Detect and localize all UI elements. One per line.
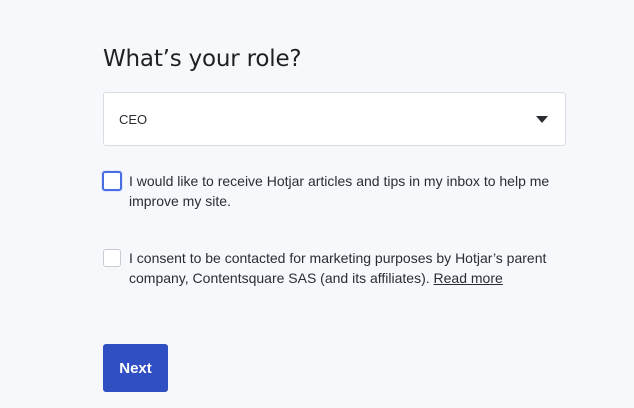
caret-down-icon bbox=[536, 116, 548, 123]
page-title: What’s your role? bbox=[103, 46, 302, 72]
next-button[interactable]: Next bbox=[103, 344, 168, 392]
marketing-consent-label: I consent to be contacted for marketing … bbox=[129, 248, 569, 288]
role-select-value: CEO bbox=[119, 112, 148, 127]
marketing-consent-checkbox[interactable] bbox=[103, 249, 121, 267]
read-more-link[interactable]: Read more bbox=[434, 270, 503, 286]
newsletter-checkbox[interactable] bbox=[102, 171, 122, 191]
role-select[interactable]: CEO bbox=[103, 92, 566, 146]
newsletter-consent-label: I would like to receive Hotjar articles … bbox=[129, 173, 550, 209]
